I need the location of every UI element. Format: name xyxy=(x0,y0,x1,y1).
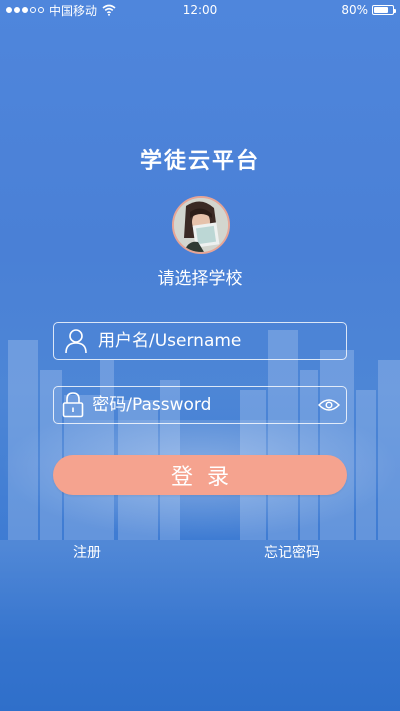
carrier-name: 中国移动 xyxy=(49,3,98,18)
password-input[interactable] xyxy=(92,387,312,423)
select-school-link[interactable]: 请选择学校 xyxy=(0,264,400,289)
app-title: 学徒云平台 xyxy=(139,149,260,174)
wifi-icon xyxy=(102,4,116,16)
register-link[interactable]: 注册 xyxy=(73,542,101,562)
signal-dot xyxy=(6,7,12,13)
battery-percentage: 80% xyxy=(341,3,368,17)
avatar[interactable] xyxy=(172,196,230,254)
water-reflection xyxy=(0,540,400,711)
forgot-password-link[interactable]: 忘记密码 xyxy=(264,542,320,562)
lock-icon xyxy=(54,387,92,423)
username-input[interactable] xyxy=(98,323,346,359)
user-icon xyxy=(54,323,98,359)
signal-dot xyxy=(14,7,20,13)
signal-dot xyxy=(30,7,36,13)
username-field[interactable] xyxy=(53,322,347,360)
login-button[interactable]: 登录 xyxy=(53,455,347,495)
battery-level-fill xyxy=(374,7,389,13)
signal-strength-icon xyxy=(6,7,44,13)
password-field[interactable] xyxy=(53,386,347,424)
avatar-photo xyxy=(174,198,228,252)
battery-status: 80% xyxy=(341,3,396,17)
battery-icon xyxy=(372,5,396,15)
signal-dot xyxy=(22,7,28,13)
show-password-eye-icon[interactable] xyxy=(311,387,346,423)
signal-dot xyxy=(38,7,44,13)
status-bar: 中国移动 12:00 80% xyxy=(0,0,400,20)
